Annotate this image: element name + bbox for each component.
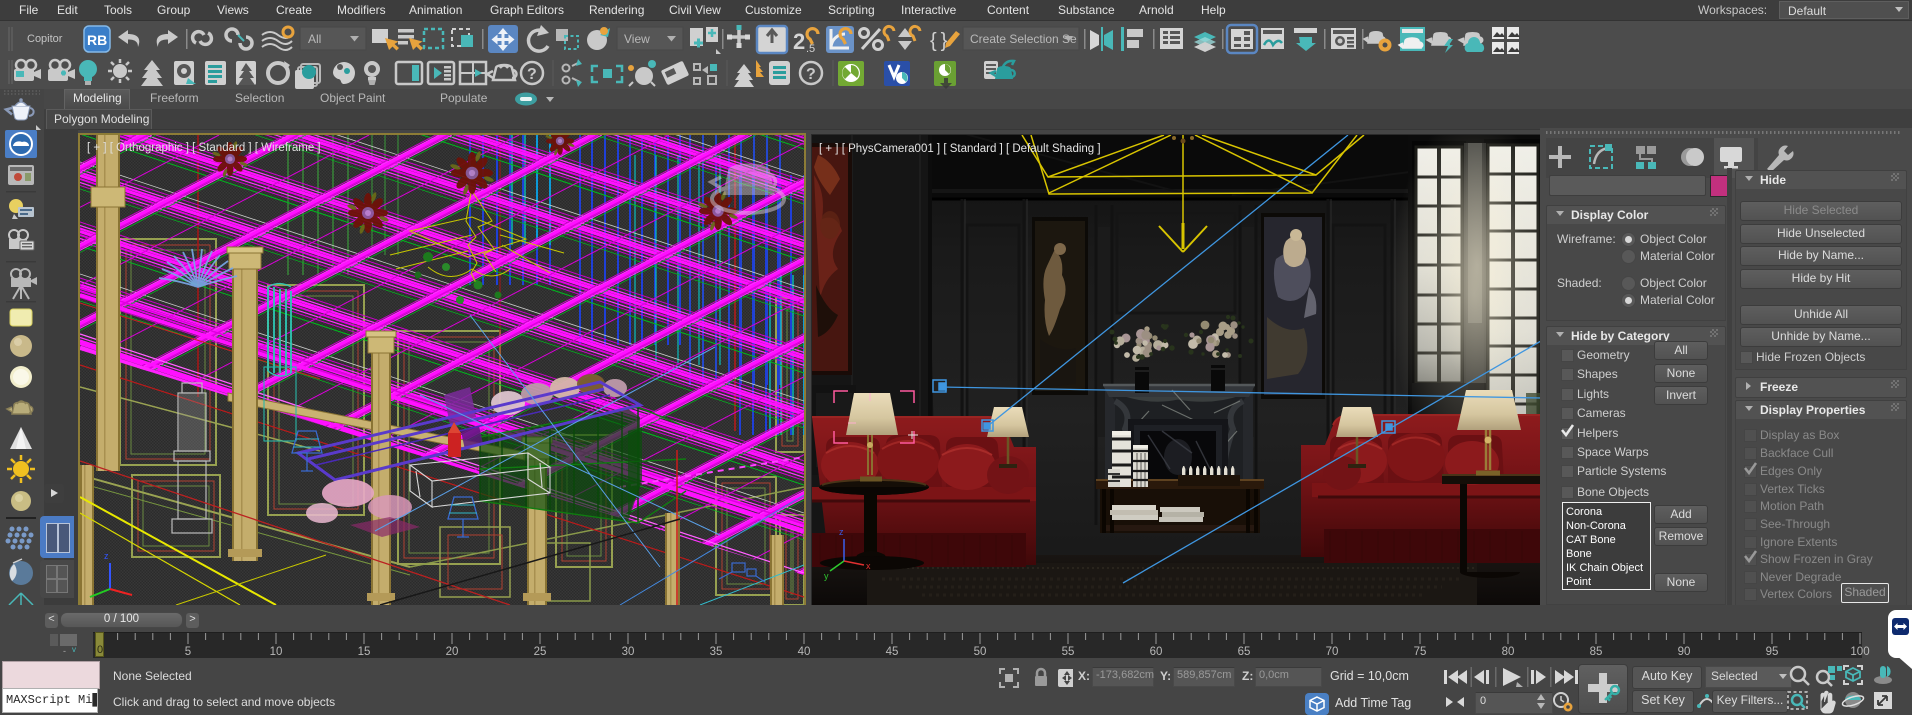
svg-text:10: 10 [270, 646, 283, 658]
svg-text:.5: .5 [806, 43, 815, 55]
svg-text:35: 35 [710, 646, 723, 658]
svg-text:y: y [824, 571, 829, 581]
svg-text:50: 50 [974, 646, 987, 658]
svg-text:?: ? [527, 66, 537, 83]
svg-text:80: 80 [1502, 646, 1515, 658]
svg-text:55: 55 [1062, 646, 1075, 658]
svg-text:2: 2 [793, 29, 805, 54]
svg-text:View: View [624, 32, 650, 46]
svg-text:60: 60 [1150, 646, 1163, 658]
svg-text:z: z [104, 551, 109, 561]
svg-text:[ + ] [ PhysCamera001 ] [ Stan: [ + ] [ PhysCamera001 ] [ Standard ] [ D… [819, 143, 1101, 155]
svg-text:95: 95 [1766, 646, 1779, 658]
svg-text:45: 45 [886, 646, 899, 658]
svg-text:15: 15 [358, 646, 371, 658]
svg-text:?: ? [806, 66, 816, 83]
svg-text:90: 90 [1678, 646, 1691, 658]
svg-text:40: 40 [798, 646, 811, 658]
svg-text:100: 100 [1850, 646, 1869, 658]
svg-text:20: 20 [446, 646, 459, 658]
svg-text:30: 30 [622, 646, 635, 658]
svg-text:All: All [308, 32, 321, 46]
svg-text:65: 65 [1238, 646, 1251, 658]
svg-text:{ }: { } [930, 30, 948, 52]
svg-text:5: 5 [185, 646, 191, 658]
svg-text:75: 75 [1414, 646, 1427, 658]
svg-text:[ + ] [ Orthographic ] [ Stand: [ + ] [ Orthographic ] [ Standard ] [ Wi… [87, 142, 321, 154]
svg-text:Create Selection Se: Create Selection Se [970, 32, 1077, 46]
svg-text:z: z [839, 527, 844, 537]
svg-text:25: 25 [534, 646, 547, 658]
svg-text:85: 85 [1590, 646, 1603, 658]
svg-text:RB: RB [87, 32, 107, 48]
svg-text:x: x [866, 561, 871, 571]
svg-text:70: 70 [1326, 646, 1339, 658]
svg-text:Copitor: Copitor [27, 33, 63, 45]
